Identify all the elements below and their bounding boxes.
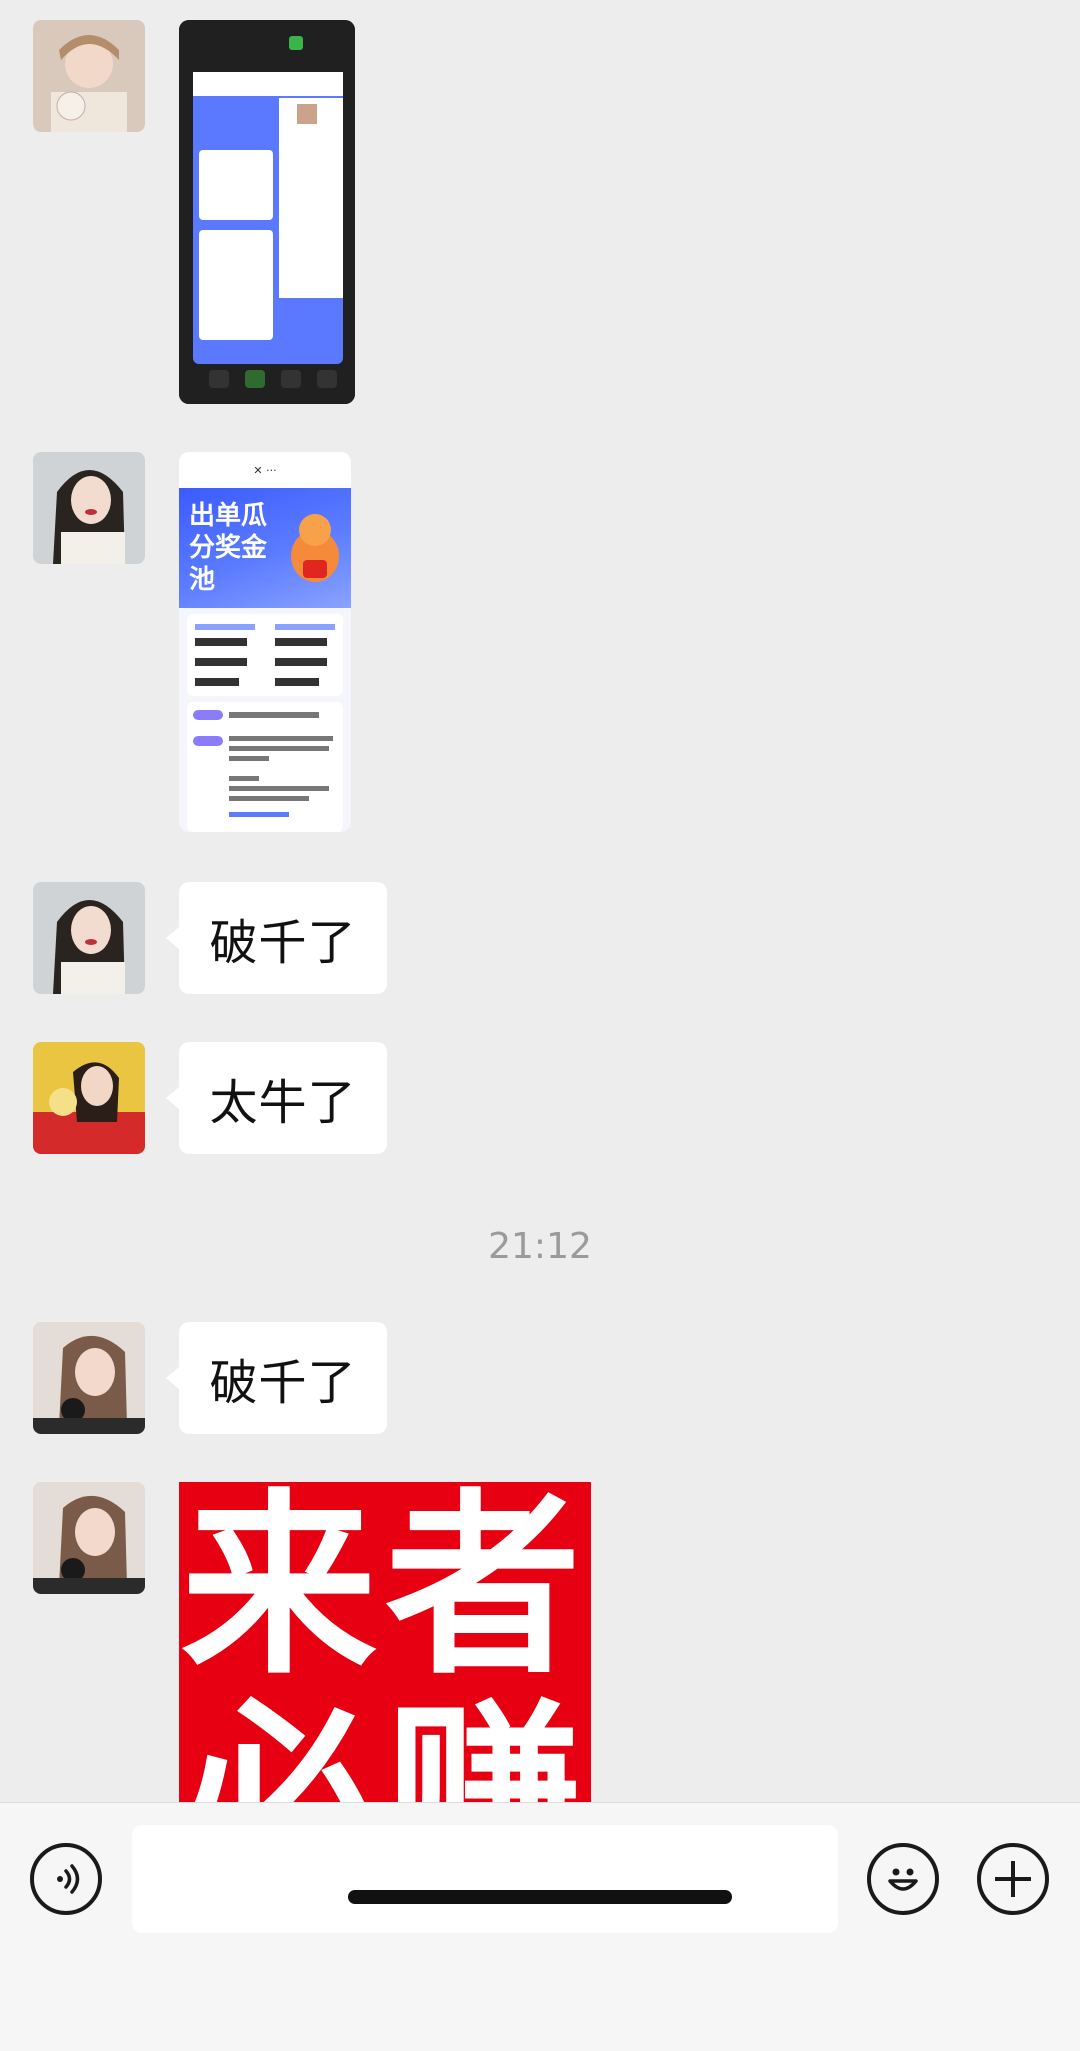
stats-card <box>187 614 343 696</box>
input-bar <box>0 1802 1080 2051</box>
chat-message-list[interactable]: ✕ ··· 出单瓜分奖金池 破千了 太牛了 21:12 破千了 来者 必赚 <box>0 0 1080 1802</box>
avatar[interactable] <box>33 1322 145 1434</box>
avatar[interactable] <box>33 20 145 132</box>
text-message-bubble[interactable]: 太牛了 <box>166 1042 387 1154</box>
voice-button[interactable] <box>30 1843 102 1915</box>
image-message-phone-page[interactable]: ✕ ··· 出单瓜分奖金池 <box>179 452 351 832</box>
sticker-line-1: 来者 <box>180 1482 589 1701</box>
emoji-button[interactable] <box>867 1843 939 1915</box>
timestamp: 21:12 <box>488 1226 592 1267</box>
avatar[interactable] <box>33 1482 145 1594</box>
avatar[interactable] <box>33 882 145 994</box>
home-indicator <box>348 1890 732 1904</box>
info-card <box>187 702 343 832</box>
message-text: 破千了 <box>209 1355 357 1411</box>
plus-icon <box>995 1861 1031 1897</box>
page-header: ✕ ··· <box>179 452 351 488</box>
sticker-message[interactable]: 来者 必赚 <box>179 1482 591 1802</box>
message-text: 破千了 <box>209 915 357 971</box>
message-input[interactable] <box>132 1825 838 1933</box>
plus-button[interactable] <box>977 1843 1049 1915</box>
sticker-line-2: 必赚 <box>180 1683 589 1802</box>
banner-text: 出单瓜分奖金池 <box>189 501 268 595</box>
avatar[interactable] <box>33 1042 145 1154</box>
image-message-screenshot[interactable] <box>179 20 355 404</box>
promo-banner: 出单瓜分奖金池 <box>179 488 351 608</box>
emoji-icon <box>888 1868 918 1891</box>
text-message-bubble[interactable]: 破千了 <box>166 1322 387 1434</box>
message-text: 太牛了 <box>209 1075 357 1131</box>
mascot-icon <box>291 514 339 582</box>
voice-icon <box>57 1864 80 1894</box>
avatar[interactable] <box>33 452 145 564</box>
text-message-bubble[interactable]: 破千了 <box>166 882 387 994</box>
